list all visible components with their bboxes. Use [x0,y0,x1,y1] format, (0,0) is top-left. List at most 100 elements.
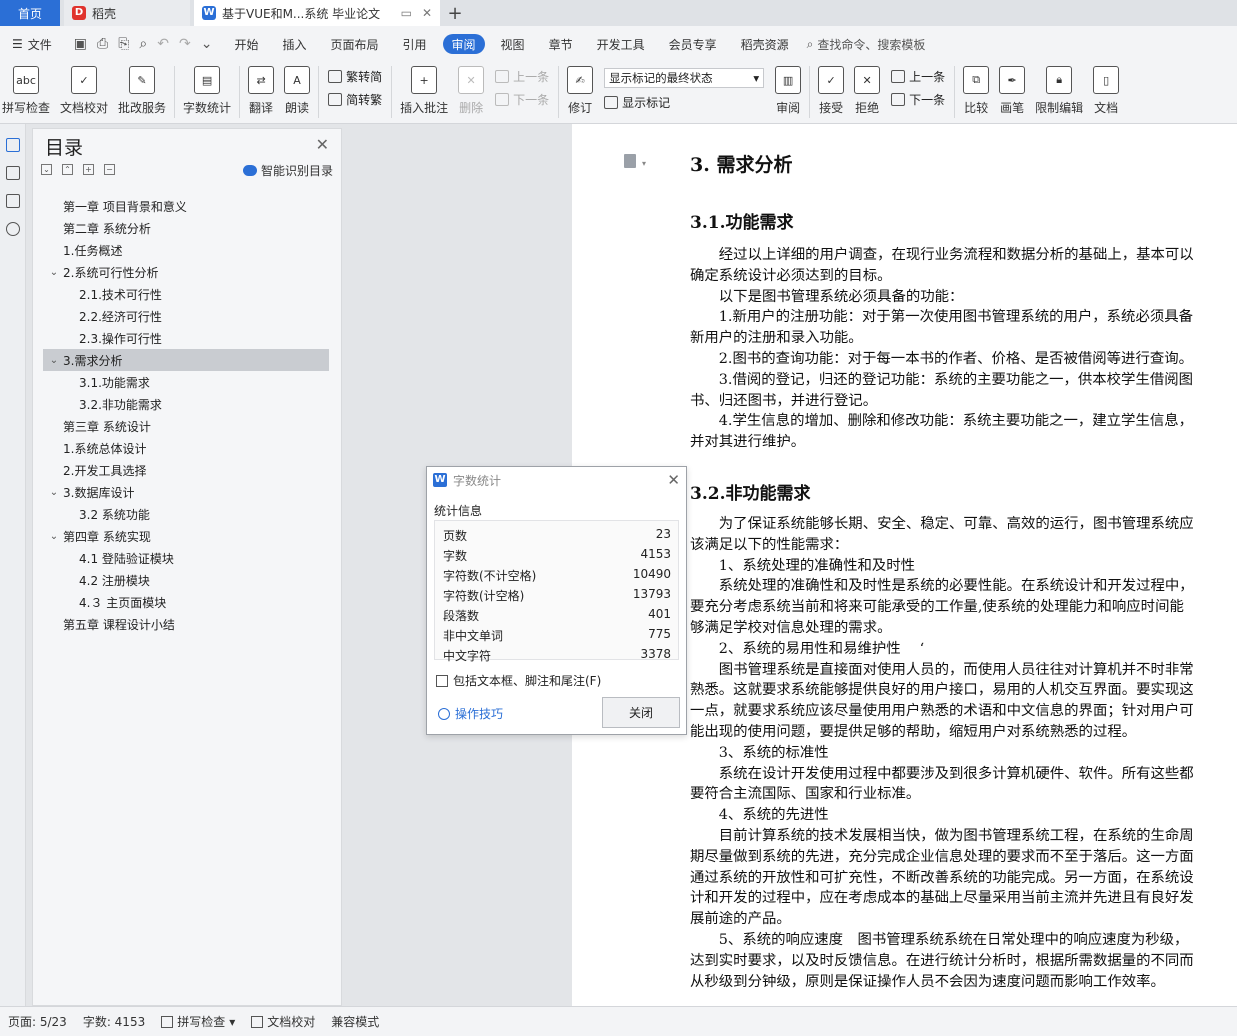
doc-proof-button[interactable]: ✓ 文档校对 [55,66,113,116]
reject-icon: ✕ [854,66,881,94]
restrict-editing-button[interactable]: 🔒︎ 限制编辑 [1030,66,1088,116]
delete-comment-button[interactable]: ✕ 删除 [453,66,489,116]
close-icon[interactable]: ✕ [667,471,680,489]
menu-review[interactable]: 审阅 [442,34,485,54]
next-comment-button[interactable]: 下一条 [495,91,549,108]
toc-item[interactable]: 4.2 注册模块 [43,569,329,591]
expand-arrow-icon[interactable]: ⌄ [47,487,61,498]
toc-item[interactable]: 第一章 项目背景和意义 [43,195,329,217]
print-preview-icon[interactable]: ⌕ [139,36,147,52]
tab-home[interactable]: 首页 [0,0,60,26]
close-tab-icon[interactable]: ✕ [422,6,432,20]
toc-item[interactable]: 第三章 系统设计 [43,415,329,437]
translate-button[interactable]: ⇄ 翻译 [243,66,279,116]
next-change-button[interactable]: 下一条 [891,91,945,108]
menu-chapter[interactable]: 章节 [537,26,585,62]
accept-button[interactable]: ✓ 接受 [813,66,849,116]
text-line: 1.新用户的注册功能：对于第一次使用图书管理系统的用户，系统必须具备 [690,309,1194,326]
prev-change-button[interactable]: 上一条 [891,68,945,85]
doc-proof-status[interactable]: 文档校对 [243,1013,323,1030]
menu-start[interactable]: 开始 [222,26,270,62]
toc-item[interactable]: 4.３ 主页面模块 [43,591,329,613]
prev-comment-button[interactable]: 上一条 [495,68,549,85]
word-count-indicator[interactable]: 字数: 4153 [75,1013,153,1030]
quick-access-dropdown-icon[interactable]: ⌄ [201,36,213,52]
stats-row: 字符数(计空格) 13793 [443,587,671,604]
redo-icon[interactable]: ↷ [179,36,191,52]
smart-toc-button[interactable]: 智能识别目录 [242,162,333,179]
find-icon[interactable] [5,222,20,236]
menu-layout[interactable]: 页面布局 [319,26,391,62]
expand-arrow-icon[interactable]: ⌄ [47,531,61,542]
chapter-nav-icon[interactable] [5,166,20,180]
toc-item[interactable]: 3.2.非功能需求 [43,393,329,415]
toc-item[interactable]: 2.2.经济可行性 [43,305,329,327]
show-markup-button[interactable]: 显示标记 [604,94,764,111]
toc-item[interactable]: ⌄ 2.系统可行性分析 [43,261,329,283]
pin-icon[interactable]: ▭ [401,6,412,20]
bookmark-icon[interactable] [5,194,20,208]
read-aloud-button[interactable]: A 朗读 [279,66,315,116]
toc-item[interactable]: 1.任务概述 [43,239,329,261]
document-more-button[interactable]: ▯ 文档 [1088,66,1124,116]
pen-button[interactable]: ✒ 画笔 [994,66,1030,116]
toc-item[interactable]: 4.1 登陆验证模块 [43,547,329,569]
close-button[interactable]: 关闭 [602,697,680,728]
spell-check-status[interactable]: 拼写检查 ▾ [153,1013,243,1030]
toc-item[interactable]: 2.1.技术可行性 [43,283,329,305]
add-heading-icon[interactable]: + [83,164,94,175]
save-icon[interactable]: ▣ [74,36,87,52]
file-menu[interactable]: ☰ 文件 [0,26,64,62]
tab-daoke[interactable]: D 稻壳 [64,0,190,26]
toc-item[interactable]: 第二章 系统分析 [43,217,329,239]
export-pdf-icon[interactable]: ⎙ [97,36,108,52]
toc-item[interactable]: 2.3.操作可行性 [43,327,329,349]
expand-arrow-icon[interactable]: ⌄ [47,355,61,366]
insert-comment-button[interactable]: + 插入批注 [395,66,453,116]
reject-button[interactable]: ✕ 拒绝 [849,66,885,116]
toc-item[interactable]: 1.系统总体设计 [43,437,329,459]
toc-item[interactable]: ⌄ 3.需求分析 [43,349,329,371]
include-textbox-checkbox[interactable]: 包括文本框、脚注和尾注(F) [436,672,601,689]
batch-service-button[interactable]: ✎ 批改服务 [113,66,171,116]
toc-panel-icon[interactable] [5,138,20,152]
track-changes-label: 修订 [568,101,593,115]
stats-value: 10490 [632,567,671,581]
toc-item[interactable]: ⌄ 第四章 系统实现 [43,525,329,547]
trad-to-simp-button[interactable]: 繁转简 [328,68,382,85]
tips-link[interactable]: 操作技巧 [438,705,503,722]
undo-icon[interactable]: ↶ [157,36,169,52]
menu-references[interactable]: 引用 [391,26,439,62]
toc-item-label: 2.1.技术可行性 [79,287,162,302]
menu-daoke-resources[interactable]: 稻壳资源 [729,26,801,62]
page-layout-icon[interactable] [624,154,636,168]
remove-heading-icon[interactable]: − [104,164,115,175]
word-count-button[interactable]: ▤ 字数统计 [178,66,236,116]
track-changes-button[interactable]: ✍ 修订 [562,66,598,116]
expand-arrow-icon[interactable]: ⌄ [47,267,61,278]
batch-service-label: 批改服务 [118,101,167,115]
spell-check-button[interactable]: abc 拼写检查 [0,66,55,116]
menu-view[interactable]: 视图 [489,26,537,62]
close-icon[interactable]: ✕ [316,135,329,154]
chevron-down-icon[interactable]: ▾ [642,159,646,168]
menu-insert[interactable]: 插入 [270,26,318,62]
page-indicator[interactable]: 页面: 5/23 [0,1013,75,1030]
print-icon[interactable]: ⎘ [118,36,129,52]
simp-to-trad-button[interactable]: 简转繁 [328,91,382,108]
markup-display-select[interactable]: 显示标记的最终状态 ▾ [604,68,765,88]
menu-member[interactable]: 会员专享 [657,26,729,62]
command-search[interactable]: ⌕ 查找命令、搜索模板 [807,36,926,53]
review-pane-button[interactable]: ▥ 审阅 [770,66,806,116]
collapse-all-icon[interactable]: ⌄ [41,164,52,175]
menu-developer[interactable]: 开发工具 [585,26,657,62]
expand-icon[interactable]: ⌃ [62,164,73,175]
tab-document[interactable]: W 基于VUE和M...系统 毕业论文 ▭ ✕ [194,0,440,26]
compare-button[interactable]: ⧉ 比较 [958,66,994,116]
toc-item[interactable]: 3.1.功能需求 [43,371,329,393]
toc-item[interactable]: ⌄ 3.数据库设计 [43,481,329,503]
new-tab-button[interactable]: + [440,0,470,26]
toc-item[interactable]: 2.开发工具选择 [43,459,329,481]
toc-item[interactable]: 第五章 课程设计小结 [43,613,329,635]
toc-item[interactable]: 3.2 系统功能 [43,503,329,525]
